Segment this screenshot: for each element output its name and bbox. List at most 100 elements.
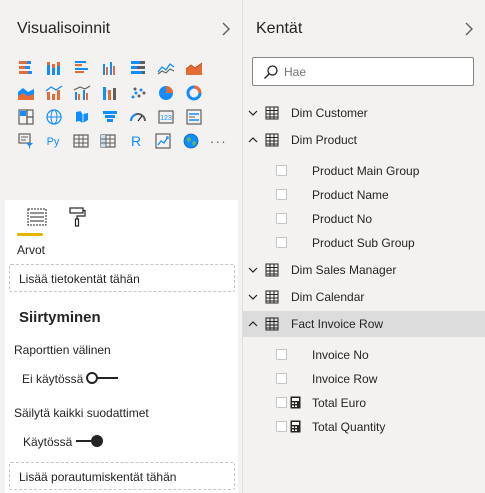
collapse-chevron-icon[interactable] bbox=[247, 319, 259, 329]
search-icon bbox=[264, 65, 278, 79]
field-checkbox[interactable] bbox=[276, 373, 287, 384]
visualizations-title: Visualisoinnit bbox=[17, 20, 111, 37]
gauge-icon[interactable] bbox=[124, 105, 152, 129]
expand-chevron-icon[interactable] bbox=[247, 292, 259, 302]
table-icon bbox=[265, 317, 279, 331]
table-icon bbox=[265, 133, 279, 147]
fields-well-icon bbox=[27, 208, 47, 226]
field-checkbox[interactable] bbox=[276, 213, 287, 224]
fields-search-box[interactable] bbox=[252, 57, 474, 86]
ribbon-chart-icon[interactable] bbox=[96, 81, 124, 105]
format-tab[interactable] bbox=[64, 206, 90, 234]
treemap-icon[interactable] bbox=[12, 105, 40, 129]
measure-item[interactable]: Total Quantity bbox=[243, 416, 485, 438]
search-input[interactable] bbox=[284, 63, 464, 81]
measure-item[interactable]: Total Euro bbox=[243, 392, 485, 414]
cross-report-label: Raporttien välinen bbox=[14, 343, 111, 357]
field-checkbox[interactable] bbox=[276, 349, 287, 360]
line-clustered-column-chart-icon[interactable] bbox=[68, 81, 96, 105]
line-chart-icon[interactable] bbox=[152, 56, 180, 80]
fields-tab[interactable] bbox=[24, 206, 50, 234]
r-visual-icon[interactable]: R bbox=[122, 129, 150, 153]
values-drop-well[interactable]: Lisää tietokentät tähän bbox=[9, 264, 235, 292]
fields-title: Kentät bbox=[256, 20, 303, 37]
field-name: Invoice Row bbox=[312, 372, 378, 386]
table-node-dim-calendar[interactable]: Dim Calendar bbox=[243, 284, 485, 310]
table-name: Fact Invoice Row bbox=[291, 317, 384, 331]
donut-chart-icon[interactable] bbox=[180, 81, 208, 105]
kpi-icon[interactable] bbox=[150, 129, 178, 153]
paint-roller-icon bbox=[69, 207, 86, 227]
filled-map-icon[interactable] bbox=[68, 105, 96, 129]
cross-report-state: Ei käytössä bbox=[22, 372, 84, 386]
100-stacked-bar-chart-icon[interactable] bbox=[124, 56, 152, 80]
table-node-fact-invoice-row[interactable]: Fact Invoice Row bbox=[243, 311, 485, 337]
field-name: Product No bbox=[312, 212, 373, 226]
cross-report-toggle[interactable] bbox=[86, 371, 118, 385]
more-visuals-icon[interactable]: ··· bbox=[205, 129, 233, 153]
visualizations-pane: Visualisoinnit 123 Py R ··· Arvot Lisää … bbox=[0, 0, 243, 493]
keep-filters-state: Käytössä bbox=[23, 435, 73, 449]
field-item[interactable]: Product Sub Group bbox=[243, 232, 485, 254]
clustered-bar-chart-icon[interactable] bbox=[68, 56, 96, 80]
line-stacked-column-chart-icon[interactable] bbox=[40, 81, 68, 105]
field-name: Invoice No bbox=[312, 348, 369, 362]
field-name: Product Main Group bbox=[312, 164, 420, 178]
card-icon[interactable]: 123 bbox=[152, 105, 180, 129]
table-name: Dim Sales Manager bbox=[291, 263, 397, 277]
visualization-properties: Arvot Lisää tietokentät tähän Siirtymine… bbox=[5, 200, 238, 493]
table-icon[interactable] bbox=[67, 129, 95, 153]
stacked-bar-chart-icon[interactable] bbox=[12, 56, 40, 80]
field-checkbox[interactable] bbox=[276, 165, 287, 176]
fields-pane: Kentät Dim Customer Dim Product Product … bbox=[243, 0, 485, 493]
drillthrough-title: Siirtyminen bbox=[19, 309, 101, 326]
table-icon bbox=[265, 263, 279, 277]
field-checkbox[interactable] bbox=[276, 397, 287, 408]
expand-chevron-icon[interactable] bbox=[247, 108, 259, 118]
field-item[interactable]: Product Name bbox=[243, 184, 485, 206]
stacked-area-chart-icon[interactable] bbox=[12, 81, 40, 105]
values-label: Arvot bbox=[17, 243, 46, 257]
svg-text:R: R bbox=[131, 133, 141, 149]
field-checkbox[interactable] bbox=[276, 421, 287, 432]
scatter-chart-icon[interactable] bbox=[124, 81, 152, 105]
matrix-icon[interactable] bbox=[95, 129, 123, 153]
field-item[interactable]: Product No bbox=[243, 208, 485, 230]
svg-text:123: 123 bbox=[160, 115, 172, 122]
field-item[interactable]: Product Main Group bbox=[243, 160, 485, 182]
calculator-icon bbox=[290, 420, 301, 433]
table-node-dim-product[interactable]: Dim Product bbox=[243, 127, 485, 153]
collapse-fields-chevron-icon[interactable] bbox=[462, 21, 476, 37]
field-item[interactable]: Invoice Row bbox=[243, 368, 485, 390]
pie-chart-icon[interactable] bbox=[152, 81, 180, 105]
table-name: Dim Product bbox=[291, 133, 358, 147]
collapse-visualizations-chevron-icon[interactable] bbox=[219, 21, 233, 37]
python-visual-icon[interactable]: Py bbox=[40, 129, 68, 153]
funnel-icon[interactable] bbox=[96, 105, 124, 129]
area-chart-icon[interactable] bbox=[180, 56, 208, 80]
slicer-icon[interactable] bbox=[12, 129, 40, 153]
globe-map-icon[interactable] bbox=[177, 129, 205, 153]
table-node-dim-customer[interactable]: Dim Customer bbox=[243, 100, 485, 126]
field-name: Product Sub Group bbox=[312, 236, 415, 250]
keep-filters-label: Säilytä kaikki suodattimet bbox=[14, 406, 149, 420]
measure-name: Total Quantity bbox=[312, 420, 386, 434]
collapse-chevron-icon[interactable] bbox=[247, 135, 259, 145]
field-item[interactable]: Invoice No bbox=[243, 344, 485, 366]
active-tab-indicator bbox=[17, 233, 43, 236]
table-icon bbox=[265, 106, 279, 120]
expand-chevron-icon[interactable] bbox=[247, 265, 259, 275]
multi-row-card-icon[interactable] bbox=[180, 105, 208, 129]
keep-filters-toggle[interactable] bbox=[76, 434, 106, 448]
map-icon[interactable] bbox=[40, 105, 68, 129]
measure-name: Total Euro bbox=[312, 396, 367, 410]
drillthrough-drop-well[interactable]: Lisää porautumiskentät tähän bbox=[9, 462, 235, 490]
stacked-column-chart-icon[interactable] bbox=[40, 56, 68, 80]
table-icon bbox=[265, 290, 279, 304]
field-checkbox[interactable] bbox=[276, 189, 287, 200]
field-checkbox[interactable] bbox=[276, 237, 287, 248]
clustered-column-chart-icon[interactable] bbox=[96, 56, 124, 80]
field-name: Product Name bbox=[312, 188, 389, 202]
table-node-dim-sales-manager[interactable]: Dim Sales Manager bbox=[243, 257, 485, 283]
visual-gallery: 123 Py R ··· bbox=[12, 56, 232, 153]
